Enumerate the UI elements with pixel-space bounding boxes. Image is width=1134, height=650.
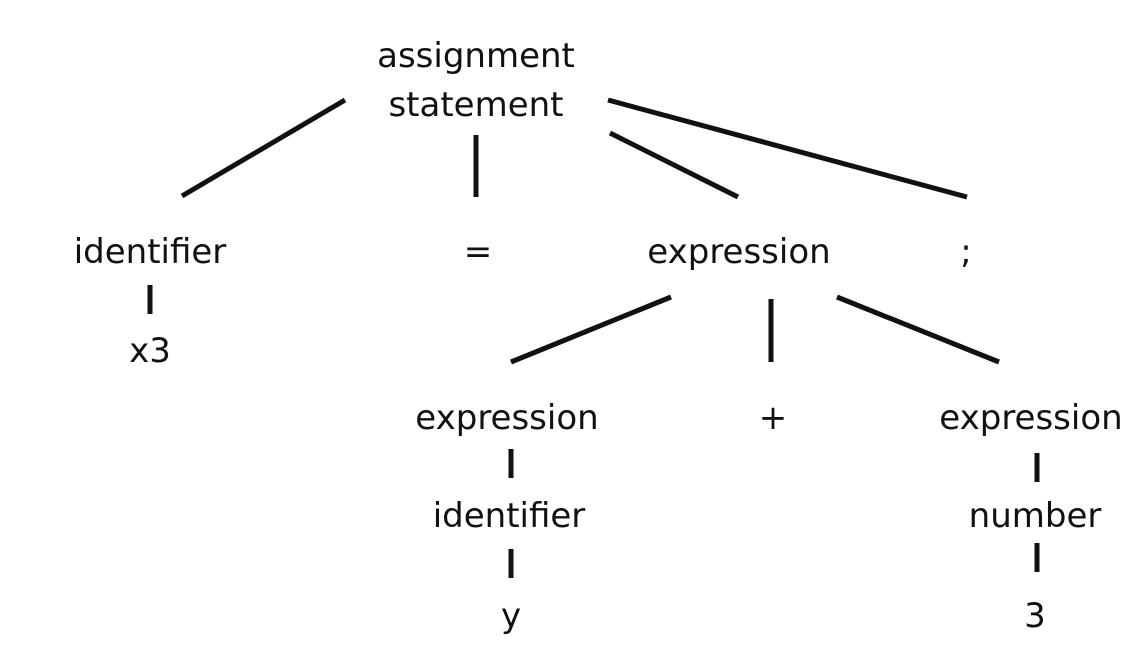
equals-leaf: = [464, 232, 493, 272]
expression-right-node: expression [939, 398, 1122, 438]
semicolon-leaf: ; [960, 232, 971, 272]
identifier-node: identifier [74, 232, 227, 272]
edge-expression-left [510, 294, 672, 365]
edge-expression-right [836, 294, 1000, 365]
expression-node: expression [647, 232, 830, 272]
root-label-line2: statement [388, 85, 563, 125]
plus-leaf: + [759, 398, 788, 438]
expression-left-node: expression [415, 398, 598, 438]
x3-leaf: x3 [129, 331, 171, 371]
edge-root-identifier [180, 97, 347, 199]
number-node: number [969, 496, 1102, 536]
edge-root-expression [608, 130, 740, 200]
three-leaf: 3 [1024, 596, 1046, 636]
edge-root-semicolon [607, 97, 968, 200]
root-label-line1: assignment [377, 36, 575, 76]
y-leaf: y [501, 596, 521, 636]
identifier-y-node: identifier [433, 496, 586, 536]
parse-tree-diagram: assignment statement identifier x3 = exp… [74, 36, 1123, 636]
